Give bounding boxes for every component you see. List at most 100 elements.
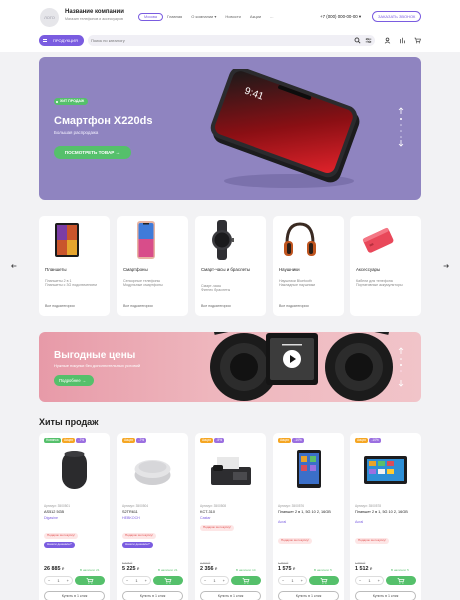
- quantity-value[interactable]: 1: [368, 577, 370, 584]
- gift-badge[interactable]: Подарок за покупку!: [355, 538, 389, 544]
- promo-more-button[interactable]: Подробнее →: [54, 375, 94, 386]
- products-menu-button[interactable]: ПРОДУКЦИЯ: [39, 35, 84, 46]
- plus-button[interactable]: +: [223, 577, 225, 584]
- plus-button[interactable]: +: [301, 577, 303, 584]
- nav-news[interactable]: Новости: [225, 14, 240, 19]
- hero-subtitle: Большая распродажа: [54, 130, 99, 135]
- tag-discount: -10%: [369, 438, 381, 443]
- buy-one-click-button[interactable]: Купить в 1 клик: [122, 591, 183, 600]
- category-card-watches[interactable]: Смарт-часы и браслеты Смарт-часы Фитнес …: [195, 216, 266, 316]
- minus-button[interactable]: −: [359, 577, 361, 584]
- cart-icon[interactable]: [414, 37, 421, 44]
- product-name[interactable]: Планшет 2 в 1, 5G 10 2, 16GB: [355, 510, 417, 514]
- filter-icon[interactable]: [365, 37, 372, 44]
- search-icon[interactable]: [354, 37, 361, 44]
- product-brand[interactable]: Castar: [200, 516, 211, 520]
- old-price: 2 490 ₽: [200, 561, 211, 565]
- product-name[interactable]: AS512 5GB: [44, 510, 106, 514]
- minus-button[interactable]: −: [48, 577, 50, 584]
- category-subitems[interactable]: Смарт-часы Фитнес браслеты: [201, 284, 263, 293]
- plus-button[interactable]: +: [145, 577, 147, 584]
- phone-number[interactable]: +7 (000) 000-00-00 ▾: [320, 14, 361, 20]
- product-card[interactable]: Акция -10% Артикул: 3500578 Планшет 2 в …: [350, 433, 421, 600]
- quantity-stepper[interactable]: −1 +: [44, 576, 73, 585]
- quantity-value[interactable]: 1: [57, 577, 59, 584]
- promo-banner[interactable]: Выгодные цены Нужные покупки без дополни…: [39, 332, 421, 402]
- quantity-value[interactable]: 1: [135, 577, 137, 584]
- quantity-value[interactable]: 1: [291, 577, 293, 584]
- minus-button[interactable]: −: [126, 577, 128, 584]
- add-to-cart-button[interactable]: [75, 576, 105, 585]
- buy-one-click-button[interactable]: Купить в 1 клик: [44, 591, 105, 600]
- quantity-stepper[interactable]: −1 +: [200, 576, 229, 585]
- price-currency: ₽: [62, 567, 65, 571]
- section-title-hits: Хиты продаж: [39, 417, 99, 427]
- category-card-accessories[interactable]: Аксессуары Кабели для телефона Портативн…: [350, 216, 421, 316]
- product-name[interactable]: KCT-310: [200, 510, 262, 514]
- product-brand[interactable]: Acral: [278, 520, 286, 524]
- old-price: 1 750 ₽: [278, 561, 289, 565]
- buy-one-click-button[interactable]: Купить в 1 клик: [355, 591, 416, 600]
- city-selector[interactable]: Москва: [138, 13, 163, 21]
- slider-controls[interactable]: [397, 107, 405, 147]
- compare-icon[interactable]: [399, 37, 406, 44]
- quantity-stepper[interactable]: −1 +: [122, 576, 151, 585]
- nav-about[interactable]: О компании ▾: [191, 14, 216, 19]
- burger-icon: [43, 39, 47, 42]
- gift-badge[interactable]: Подарок за покупку!: [278, 538, 312, 544]
- category-row: Планшеты Планшеты 2 в 1 Планшеты с 3G по…: [39, 216, 421, 316]
- category-card-headphones[interactable]: Наушники Наушники Bluetooth Накладные на…: [273, 216, 344, 316]
- buy-one-click-button[interactable]: Купить в 1 клик: [200, 591, 261, 600]
- category-subitems[interactable]: Кабели для телефона Портативные аккумуля…: [356, 279, 418, 288]
- all-subcategories-link[interactable]: Все подкатегории: [279, 304, 309, 308]
- quantity-value[interactable]: 1: [213, 577, 215, 584]
- product-brand[interactable]: HEBKOCH: [122, 516, 140, 520]
- hero-banner[interactable]: ХИТ ПРОДАЖ Смартфон X220ds Большая распр…: [39, 57, 421, 200]
- category-card-tablets[interactable]: Планшеты Планшеты 2 в 1 Планшеты с 3G по…: [39, 216, 110, 316]
- gift-badge[interactable]: Подарок за покупку!: [44, 533, 78, 539]
- logo[interactable]: ЛОГО: [40, 8, 59, 27]
- view-product-button[interactable]: ПОСМОТРЕТЬ ТОВАР →: [54, 146, 131, 159]
- quantity-stepper[interactable]: −1 +: [355, 576, 384, 585]
- product-brand[interactable]: Digasine: [44, 516, 58, 520]
- all-subcategories-link[interactable]: Все подкатегории: [201, 304, 231, 308]
- tag-discount: -7%: [136, 438, 147, 443]
- callback-button[interactable]: ЗАКАЗАТЬ ЗВОНОК: [372, 11, 422, 22]
- product-brand[interactable]: Acral: [355, 520, 363, 524]
- user-icon[interactable]: [384, 37, 391, 44]
- product-card[interactable]: Акция -10% Артикул: 3500576 Планшет 2 в …: [273, 433, 344, 600]
- product-card[interactable]: Акция -7% Артикул: 3500504 S2TR611 HEBKO…: [117, 433, 188, 600]
- gift-badge[interactable]: Подарок за покупку!: [122, 533, 156, 539]
- add-to-cart-button[interactable]: [153, 576, 183, 585]
- promo-slider-controls[interactable]: [397, 347, 405, 387]
- product-name[interactable]: Планшет 2 в 1, 5G 10 2, 16GB: [278, 510, 340, 514]
- all-subcategories-link[interactable]: Все подкатегории: [123, 304, 153, 308]
- search-input[interactable]: [91, 36, 346, 45]
- plus-button[interactable]: +: [67, 577, 69, 584]
- minus-button[interactable]: −: [282, 577, 284, 584]
- arrow-right-icon[interactable]: [442, 262, 450, 270]
- category-subitems[interactable]: Планшеты 2 в 1 Планшеты с 3G подключение…: [45, 279, 107, 288]
- plus-button[interactable]: +: [378, 577, 380, 584]
- nav-promo[interactable]: Акции: [250, 14, 261, 19]
- buy-one-click-button[interactable]: Купить в 1 клик: [278, 591, 339, 600]
- nav-more[interactable]: ...: [270, 14, 273, 19]
- add-to-cart-button[interactable]: [386, 576, 416, 585]
- arrow-left-icon[interactable]: [10, 262, 18, 270]
- add-to-cart-button[interactable]: [309, 576, 339, 585]
- category-subitems[interactable]: Сенсорные телефоны Модульные смартфоны: [123, 279, 185, 288]
- product-name[interactable]: S2TR611: [122, 510, 184, 514]
- quantity-stepper[interactable]: −1 +: [278, 576, 307, 585]
- all-subcategories-link[interactable]: Все подкатегории: [45, 304, 75, 308]
- category-card-smartphones[interactable]: Смартфоны Сенсорные телефоны Модульные с…: [117, 216, 188, 316]
- tag-discount: -5%: [214, 438, 225, 443]
- nav-home[interactable]: Главная: [167, 14, 182, 19]
- add-to-cart-button[interactable]: [231, 576, 261, 585]
- product-card[interactable]: Новинка Акция -7% Артикул: 3500501 AS512…: [39, 433, 110, 600]
- minus-button[interactable]: −: [204, 577, 206, 584]
- product-card[interactable]: Акция -5% Артикул: 3500508 KCT-310 Casta…: [195, 433, 266, 600]
- category-subitems[interactable]: Наушники Bluetooth Накладные наушники: [279, 279, 341, 288]
- gift-badge[interactable]: Подарок за покупку!: [200, 525, 234, 531]
- found-cheaper-button[interactable]: Нашли дешевле?: [44, 542, 75, 548]
- found-cheaper-button[interactable]: Нашли дешевле?: [122, 542, 153, 548]
